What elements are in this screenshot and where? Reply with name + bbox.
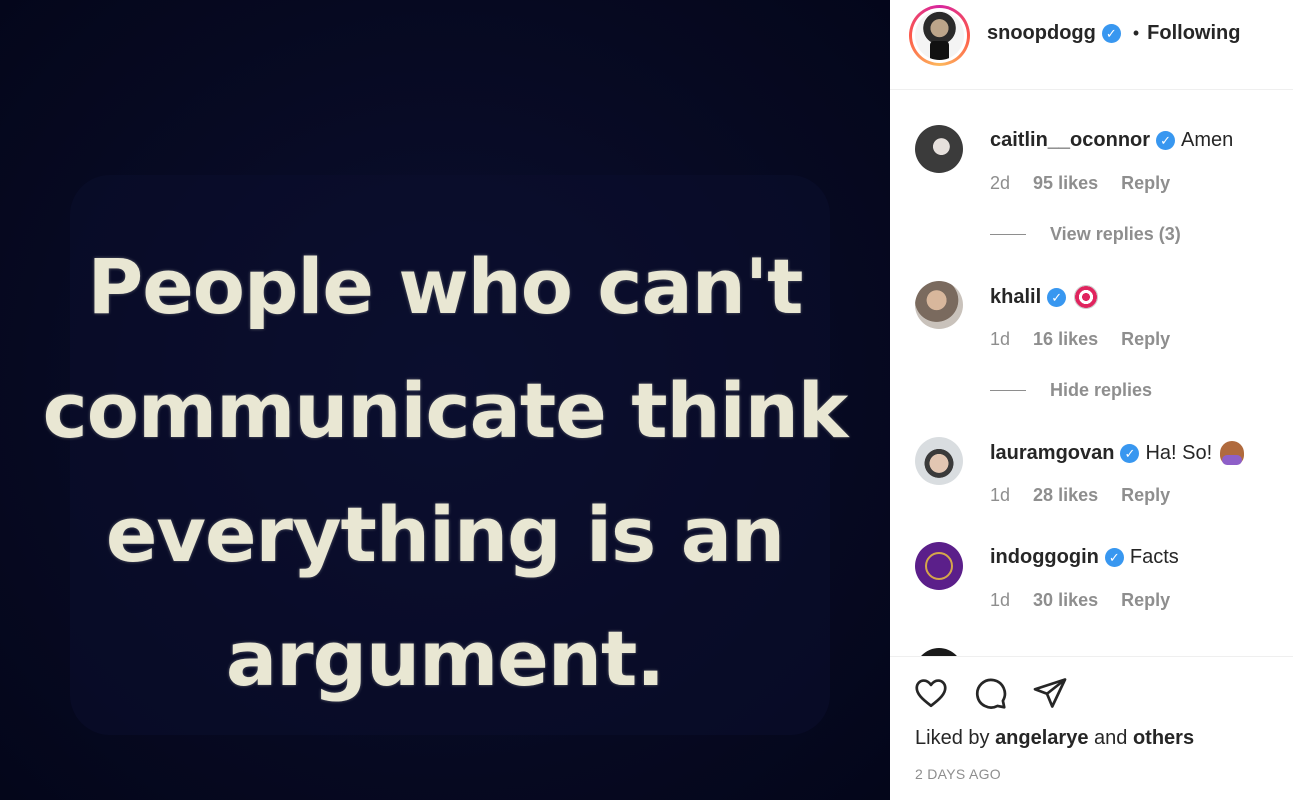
commenter-avatar[interactable] [915,437,963,485]
following-button[interactable]: Following [1147,22,1240,45]
comment-line: lauramgovan ✓ Ha! So! [990,441,1245,465]
comment-text: Ha! So! [1145,441,1213,464]
thread-line [990,234,1026,235]
commenter-avatar[interactable] [915,281,963,329]
comment-username[interactable]: khalil [990,286,1041,309]
comments-list[interactable]: caitlin__oconnor ✓ Amen 2d 95 likes Repl… [890,91,1293,656]
reply-button[interactable]: Reply [1121,173,1170,193]
post-timestamp[interactable]: 2 DAYS AGO [915,766,1001,782]
comment-username[interactable]: lauramgovan [990,442,1114,465]
comment-username[interactable]: caitlin__oconnor [990,129,1150,152]
owner-username[interactable]: snoopdogg [987,22,1096,45]
direct-hit-emoji-icon [1074,285,1099,309]
paper-plane-icon[interactable] [1032,675,1072,715]
comment-line: caitlin__oconnor ✓ Amen [990,129,1233,152]
heart-icon[interactable] [913,675,953,715]
verified-badge-icon: ✓ [1047,287,1067,307]
verified-badge-icon: ✓ [1156,131,1176,150]
liked-by-prefix: Liked by [915,727,990,749]
comment-time[interactable]: 1d [990,329,1010,349]
quote-line: everything is an [105,490,785,579]
quote-line: People who can't [87,242,804,331]
comment-text: Amen [1181,129,1234,151]
comment-likes[interactable]: 95 likes [1033,173,1098,193]
owner-line: snoopdogg ✓ • Following [987,22,1240,45]
hide-replies-button[interactable]: Hide replies [990,380,1152,401]
post-image[interactable]: People who can't communicate think every… [0,0,890,800]
view-replies-button[interactable]: View replies (3) [990,224,1181,245]
commenter-avatar[interactable] [915,648,963,656]
comment-line: indoggogin ✓ Facts [990,546,1179,569]
comment-meta: 1d 28 likes Reply [990,485,1188,506]
header-separator: • [1132,23,1140,43]
comment-username[interactable]: indoggogin [990,546,1099,569]
reply-button[interactable]: Reply [1121,329,1170,349]
verified-badge-icon: ✓ [1101,24,1121,43]
comment-text: Facts [1129,546,1179,568]
liked-by-user-link[interactable]: angelarye [995,727,1088,749]
reply-button[interactable]: Reply [1121,590,1170,610]
person-shrugging-emoji-icon [1220,441,1245,465]
comment-time[interactable]: 1d [990,485,1010,505]
post-actions: Liked by angelarye and others 2 DAYS AGO [890,656,1293,800]
comment-meta: 2d 95 likes Reply [990,173,1188,194]
comment-time[interactable]: 1d [990,590,1010,610]
verified-badge-icon: ✓ [1120,443,1140,463]
comment-meta: 1d 16 likes Reply [990,329,1188,350]
thread-action-label: View replies (3) [1050,224,1181,244]
post-header: snoopdogg ✓ • Following [890,0,1293,90]
avatar-image [915,11,964,60]
liked-by-and: and [1094,727,1128,749]
post-side-panel: snoopdogg ✓ • Following caitlin__oconnor… [890,0,1293,800]
quote-line: argument. [225,614,665,703]
post-quote-text: People who can't communicate think every… [0,225,890,721]
thread-line [990,390,1026,391]
comment-meta: 1d 30 likes Reply [990,590,1188,611]
comment-icon[interactable] [972,675,1012,715]
commenter-avatar[interactable] [915,542,963,590]
reply-button[interactable]: Reply [1121,485,1170,505]
quote-line: communicate think [42,366,849,455]
thread-action-label: Hide replies [1050,380,1153,400]
comment-line: khalil ✓ [990,285,1099,309]
verified-badge-icon: ✓ [1104,548,1124,567]
liked-by-line: Liked by angelarye and others [915,727,1194,750]
comment-likes[interactable]: 28 likes [1033,485,1098,505]
comment-likes[interactable]: 30 likes [1033,590,1098,610]
owner-avatar[interactable] [909,5,970,66]
comment-likes[interactable]: 16 likes [1033,329,1098,349]
commenter-avatar[interactable] [915,125,963,173]
liked-by-others-link[interactable]: others [1133,727,1194,749]
comment-time[interactable]: 2d [990,173,1010,193]
